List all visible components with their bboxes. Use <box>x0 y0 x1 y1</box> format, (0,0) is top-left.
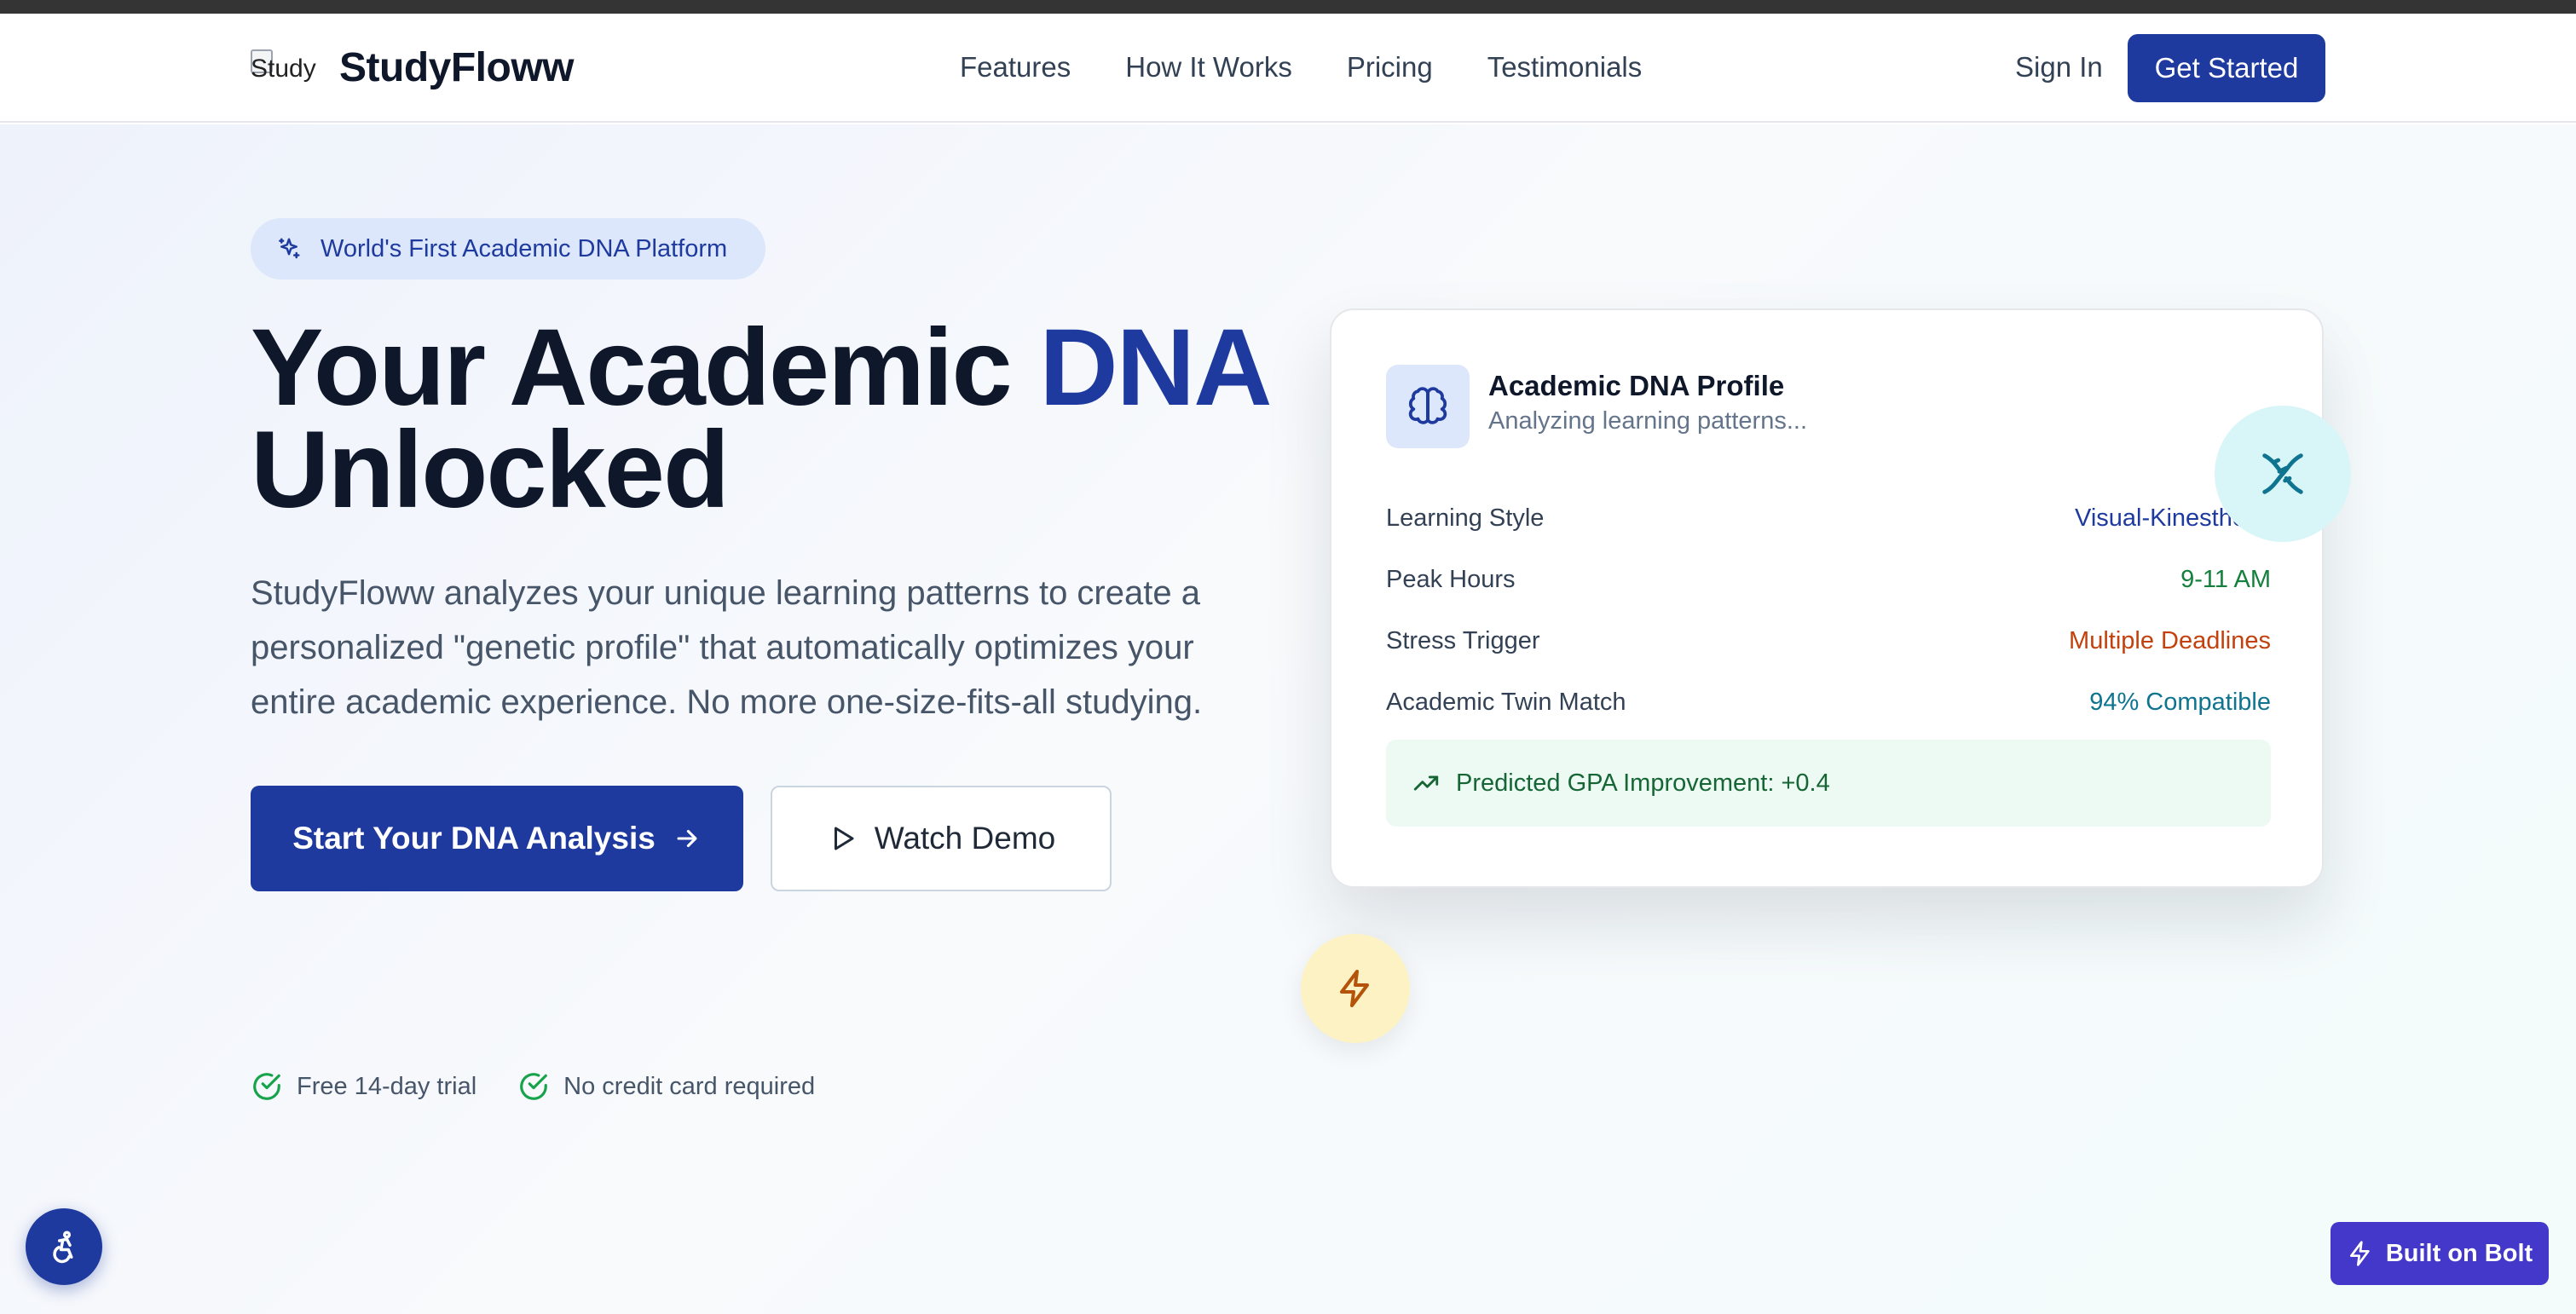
logo-image[interactable]: Study <box>251 34 322 106</box>
metric-label: Stress Trigger <box>1386 626 1540 654</box>
check-circle-icon <box>253 1073 280 1100</box>
nav-link-pricing[interactable]: Pricing <box>1347 51 1433 84</box>
trending-up-icon <box>1413 775 1439 791</box>
metric-row: Stress Trigger Multiple Deadlines <box>1386 610 2271 671</box>
metric-label: Learning Style <box>1386 504 1545 532</box>
nav-link-testimonials[interactable]: Testimonials <box>1487 51 1643 84</box>
dna-profile-card: Academic DNA Profile Analyzing learning … <box>1330 308 2324 888</box>
brain-icon-tile <box>1386 365 1470 448</box>
metric-row: Peak Hours 9-11 AM <box>1386 549 2271 610</box>
get-started-button[interactable]: Get Started <box>2128 34 2325 102</box>
metric-value: 94% Compatible <box>2089 688 2271 716</box>
built-on-bolt-button[interactable]: Built on Bolt <box>2331 1222 2549 1285</box>
zap-icon <box>2349 1241 2370 1266</box>
nav-link-how-it-works[interactable]: How It Works <box>1125 51 1292 84</box>
nav-link-features[interactable]: Features <box>960 51 1071 84</box>
profile-card-title: Academic DNA Profile <box>1488 370 1785 401</box>
perk-item: Free 14-day trial <box>251 1070 477 1103</box>
hero-title: Your Academic DNA Unlocked <box>251 314 1274 525</box>
hero-description: StudyFloww analyzes your unique learning… <box>251 574 1203 721</box>
nav-links: Features How It Works Pricing Testimonia… <box>960 51 1642 84</box>
watch-demo-button[interactable]: Watch Demo <box>771 786 1112 891</box>
gpa-prediction: Predicted GPA Improvement: +0.4 <box>1386 740 2271 827</box>
perk-label: No credit card required <box>563 1072 816 1100</box>
gpa-prediction-label: Predicted GPA Improvement: +0.4 <box>1456 769 1830 797</box>
start-dna-analysis-button[interactable]: Start Your DNA Analysis <box>251 786 743 891</box>
zap-icon <box>1340 970 1369 1007</box>
brain-icon <box>1408 387 1447 424</box>
metric-row: Academic Twin Match 94% Compatible <box>1386 671 2271 733</box>
play-icon <box>834 827 854 850</box>
hero-title-part2: Unlocked <box>251 409 730 531</box>
metric-value: 9-11 AM <box>2180 565 2271 593</box>
metric-label: Peak Hours <box>1386 565 1516 593</box>
hero-title-accent: DNA <box>1039 307 1272 429</box>
start-dna-analysis-label: Start Your DNA Analysis <box>292 821 656 856</box>
zap-badge <box>1301 934 1410 1043</box>
check-circle-icon <box>520 1073 547 1100</box>
sign-in-link[interactable]: Sign In <box>2015 51 2103 84</box>
perk-item: No credit card required <box>517 1070 815 1103</box>
perk-label: Free 14-day trial <box>297 1072 477 1100</box>
metric-value: Multiple Deadlines <box>2069 626 2271 654</box>
metric-row: Learning Style Visual-Kinesthetic <box>1386 487 2271 549</box>
top-nav: Study StudyFloww Features How It Works P… <box>0 14 2576 123</box>
built-on-bolt-label: Built on Bolt <box>2385 1239 2533 1267</box>
hero-perks: Free 14-day trial No credit card require… <box>251 1070 815 1103</box>
dna-icon <box>2262 453 2303 494</box>
sparkles-icon <box>279 238 300 259</box>
window-top-strip <box>0 0 2576 14</box>
metric-label: Academic Twin Match <box>1386 688 1626 716</box>
hero-badge: World's First Academic DNA Platform <box>251 218 765 280</box>
watch-demo-label: Watch Demo <box>874 821 1056 856</box>
hero-badge-label: World's First Academic DNA Platform <box>321 234 728 262</box>
profile-metrics: Learning Style Visual-Kinesthetic Peak H… <box>1386 487 2271 733</box>
accessibility-button[interactable] <box>26 1208 102 1285</box>
profile-card-subtitle: Analyzing learning patterns... <box>1488 407 1807 435</box>
brand-name[interactable]: StudyFloww <box>339 44 574 91</box>
arrow-right-icon <box>677 829 697 848</box>
logo-alt-text: Study <box>251 55 316 83</box>
dna-badge <box>2215 406 2351 542</box>
accessibility-icon <box>53 1230 73 1264</box>
